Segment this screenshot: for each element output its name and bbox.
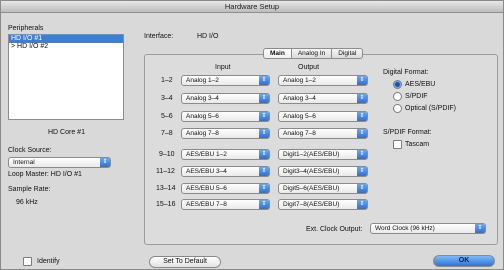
tab-digital[interactable]: Digital [332, 48, 364, 59]
input-select[interactable]: Analog 1–2 ⇕ [181, 75, 270, 86]
sample-rate-value: 96 kHz [16, 199, 38, 206]
updown-arrows-icon: ⇕ [357, 150, 367, 159]
updown-arrows-icon: ⇕ [259, 184, 269, 193]
input-header: Input [215, 64, 231, 71]
output-value: Analog 5–6 [283, 113, 316, 120]
radio-optical[interactable] [393, 104, 402, 113]
output-select[interactable]: Analog 7–8 ⇕ [278, 128, 368, 139]
peripherals-list[interactable]: HD I/O #1 > HD I/O #2 [8, 34, 124, 120]
input-value: AES/EBU 1–2 [186, 151, 227, 158]
updown-arrows-icon: ⇕ [259, 167, 269, 176]
hardware-setup-window: Hardware Setup Peripherals HD I/O #1 > H… [0, 0, 504, 270]
interface-label: Interface: [144, 33, 174, 40]
channel-label: 1–2 [161, 77, 173, 84]
radio-aes-ebu-label: AES/EBU [405, 81, 436, 88]
updown-arrows-icon: ⇕ [357, 200, 367, 209]
set-to-default-button[interactable]: Set To Default [149, 256, 221, 268]
ext-clock-label: Ext. Clock Output: [306, 226, 363, 233]
updown-arrows-icon: ⇕ [259, 150, 269, 159]
tascam-checkbox[interactable] [393, 140, 402, 149]
input-value: Analog 5–6 [186, 113, 219, 120]
ext-clock-value: Word Clock (96 kHz) [375, 225, 435, 232]
updown-arrows-icon: ⇕ [357, 167, 367, 176]
updown-arrows-icon: ⇕ [357, 94, 367, 103]
tab-bar: Main Analog In Digital [263, 48, 364, 59]
updown-arrows-icon: ⇕ [357, 76, 367, 85]
input-select[interactable]: Analog 5–6 ⇕ [181, 111, 270, 122]
output-select[interactable]: Digit3–4(AES/EBU) ⇕ [278, 166, 368, 177]
peripherals-label: Peripherals [8, 25, 44, 32]
input-value: Analog 3–4 [186, 95, 219, 102]
device-name: HD Core #1 [48, 129, 85, 136]
input-value: Analog 7–8 [186, 130, 219, 137]
updown-arrows-icon: ⇕ [475, 224, 485, 233]
interface-value: HD I/O [197, 33, 219, 40]
updown-arrows-icon: ⇕ [259, 200, 269, 209]
loop-master-text: Loop Master: HD I/O #1 [8, 171, 82, 178]
clock-source-value: Internal [13, 159, 35, 166]
radio-aes-ebu[interactable] [393, 80, 402, 89]
input-value: Analog 1–2 [186, 77, 219, 84]
channel-label: 13–14 [156, 185, 176, 192]
updown-arrows-icon: ⇕ [259, 112, 269, 121]
tab-analog-in[interactable]: Analog In [291, 48, 333, 59]
peripheral-item-hd-io-2[interactable]: > HD I/O #2 [9, 43, 123, 51]
output-header: Output [298, 64, 320, 71]
radio-optical-label: Optical (S/PDIF) [405, 105, 456, 112]
updown-arrows-icon: ⇕ [259, 129, 269, 138]
channel-label: 9–10 [159, 151, 175, 158]
output-select[interactable]: Analog 1–2 ⇕ [278, 75, 368, 86]
channel-label: 11–12 [156, 168, 175, 175]
spdif-format-label: S/PDIF Format: [383, 129, 432, 136]
ext-clock-select[interactable]: Word Clock (96 kHz) ⇕ [370, 223, 486, 234]
sample-rate-label: Sample Rate: [8, 186, 51, 193]
input-select[interactable]: AES/EBU 5–6 ⇕ [181, 183, 270, 194]
updown-arrows-icon: ⇕ [259, 94, 269, 103]
output-select[interactable]: Digit1–2(AES/EBU) ⇕ [278, 149, 368, 160]
updown-arrows-icon: ⇕ [357, 184, 367, 193]
output-select[interactable]: Analog 5–6 ⇕ [278, 111, 368, 122]
input-value: AES/EBU 7–8 [186, 201, 227, 208]
radio-spdif-label: S/PDIF [405, 93, 428, 100]
input-select[interactable]: Analog 3–4 ⇕ [181, 93, 270, 104]
peripheral-item-hd-io-1[interactable]: HD I/O #1 [9, 35, 123, 43]
channel-label: 5–6 [161, 113, 173, 120]
ok-button[interactable]: OK [433, 255, 495, 267]
updown-arrows-icon: ⇕ [357, 112, 367, 121]
identify-label: Identify [37, 258, 60, 265]
channel-label: 3–4 [161, 95, 173, 102]
input-select[interactable]: AES/EBU 1–2 ⇕ [181, 149, 270, 160]
channel-label: 15–16 [156, 201, 176, 208]
tascam-label: Tascam [405, 141, 430, 148]
clock-source-select[interactable]: Internal ⇕ [8, 157, 111, 168]
digital-format-label: Digital Format: [383, 69, 429, 76]
output-value: Analog 1–2 [283, 77, 316, 84]
output-select[interactable]: Analog 3–4 ⇕ [278, 93, 368, 104]
radio-spdif[interactable] [393, 92, 402, 101]
clock-source-label: Clock Source: [8, 147, 52, 154]
channel-label: 7–8 [161, 130, 173, 137]
output-value: Analog 3–4 [283, 95, 316, 102]
input-select[interactable]: AES/EBU 7–8 ⇕ [181, 199, 270, 210]
identify-checkbox[interactable] [23, 257, 32, 266]
output-value: Digit1–2(AES/EBU) [283, 151, 340, 158]
tab-main[interactable]: Main [263, 48, 292, 59]
output-value: Analog 7–8 [283, 130, 316, 137]
updown-arrows-icon: ⇕ [357, 129, 367, 138]
window-title: Hardware Setup [1, 1, 503, 13]
output-select[interactable]: Digit5–6(AES/EBU) ⇕ [278, 183, 368, 194]
updown-arrows-icon: ⇕ [259, 76, 269, 85]
updown-arrows-icon: ⇕ [100, 158, 110, 167]
input-value: AES/EBU 5–6 [186, 185, 227, 192]
output-value: Digit5–6(AES/EBU) [283, 185, 340, 192]
output-select[interactable]: Digit7–8(AES/EBU) ⇕ [278, 199, 368, 210]
output-value: Digit3–4(AES/EBU) [283, 168, 340, 175]
input-value: AES/EBU 3–4 [186, 168, 227, 175]
input-select[interactable]: Analog 7–8 ⇕ [181, 128, 270, 139]
output-value: Digit7–8(AES/EBU) [283, 201, 340, 208]
input-select[interactable]: AES/EBU 3–4 ⇕ [181, 166, 270, 177]
